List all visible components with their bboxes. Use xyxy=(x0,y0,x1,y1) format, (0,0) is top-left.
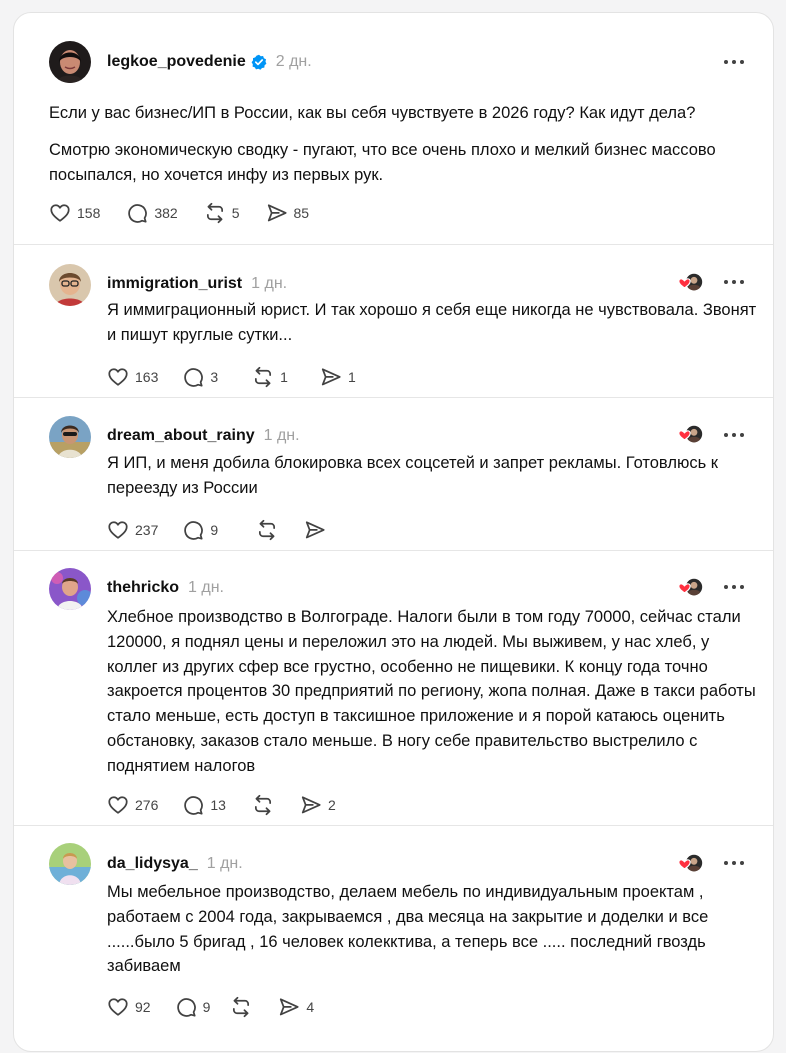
username[interactable]: immigration_urist xyxy=(107,274,242,294)
like-button[interactable]: 158 xyxy=(49,202,100,224)
like-button[interactable]: 276 xyxy=(107,794,158,816)
comment-icon xyxy=(182,366,204,388)
post-actions: 237 9 xyxy=(107,518,352,542)
post-paragraph: Смотрю экономическую сводку - пугают, чт… xyxy=(49,140,716,184)
post-text: Я ИП, и меня добила блокировка всех соцс… xyxy=(107,454,718,497)
post-actions: 158 382 5 85 xyxy=(49,201,329,225)
avatar[interactable] xyxy=(49,843,91,885)
post-time: 1 дн. xyxy=(206,855,243,872)
repost-button[interactable]: 5 xyxy=(204,202,240,224)
username[interactable]: legkoe_povedenie xyxy=(107,52,246,72)
heart-icon xyxy=(107,366,129,388)
avatar[interactable] xyxy=(49,416,91,458)
reply-count: 13 xyxy=(210,797,226,813)
post-text: Я иммиграционный юрист. И так хорошо я с… xyxy=(107,301,757,344)
post-text: Если у вас бизнес/ИП в России, как вы се… xyxy=(49,101,749,187)
reply-button[interactable]: 382 xyxy=(126,202,178,224)
reply-count: 3 xyxy=(210,369,219,385)
verified-badge-icon xyxy=(251,54,267,70)
comment-icon xyxy=(182,794,204,816)
like-button[interactable]: 237 xyxy=(107,519,158,541)
liked-by-author-icon xyxy=(678,853,704,873)
share-icon xyxy=(266,202,288,224)
heart-icon xyxy=(107,996,129,1018)
comment-icon xyxy=(175,996,197,1018)
share-count: 2 xyxy=(327,797,336,813)
like-count: 92 xyxy=(135,999,151,1015)
post-paragraph: Если у вас бизнес/ИП в России, как вы се… xyxy=(49,104,696,122)
share-count: 85 xyxy=(293,205,310,221)
share-button[interactable]: 2 xyxy=(300,794,336,816)
heart-icon xyxy=(107,794,129,816)
avatar[interactable] xyxy=(49,264,91,306)
more-options-icon[interactable] xyxy=(723,430,745,440)
avatar[interactable] xyxy=(49,568,91,610)
post-time: 1 дн. xyxy=(251,275,288,292)
username[interactable]: dream_about_rainy xyxy=(107,426,255,446)
post-actions: 163 3 1 1 xyxy=(107,365,376,389)
thread-card: legkoe_povedenie 2 дн. Если у вас бизнес… xyxy=(13,12,774,1052)
reply-button[interactable]: 9 xyxy=(182,519,218,541)
post-time: 1 дн. xyxy=(263,427,300,444)
more-options-icon[interactable] xyxy=(723,858,745,868)
share-count: 1 xyxy=(347,369,356,385)
heart-icon xyxy=(107,519,129,541)
share-button[interactable]: 85 xyxy=(266,202,310,224)
like-count: 163 xyxy=(135,369,159,385)
like-count: 237 xyxy=(135,522,159,538)
avatar[interactable] xyxy=(49,41,91,83)
share-button[interactable]: 4 xyxy=(278,996,314,1018)
share-icon xyxy=(304,519,326,541)
post-text: Хлебное производство в Волгограде. Налог… xyxy=(107,608,756,775)
share-icon xyxy=(300,794,322,816)
share-icon xyxy=(320,366,342,388)
reply-button[interactable]: 3 xyxy=(182,366,218,388)
post-actions: 276 13 2 xyxy=(107,793,356,817)
like-button[interactable]: 92 xyxy=(107,996,151,1018)
repost-icon xyxy=(256,519,278,541)
post-time: 2 дн. xyxy=(275,53,312,70)
repost-button[interactable] xyxy=(252,794,280,816)
share-count: 4 xyxy=(306,999,315,1015)
more-options-icon[interactable] xyxy=(723,277,745,287)
username[interactable]: thehricko xyxy=(107,578,179,598)
liked-by-author-icon xyxy=(678,272,704,292)
post-text: Мы мебельное производство, делаем мебель… xyxy=(107,883,709,976)
reply-post: immigration_urist 1 дн. Я иммиграционный… xyxy=(14,244,773,398)
reply-post: thehricko 1 дн. Хлебное производство в В… xyxy=(14,550,773,826)
share-button[interactable] xyxy=(304,519,332,541)
reply-post: da_lidysya_ 1 дн. Мы мебельное производс… xyxy=(14,825,773,1053)
repost-count: 5 xyxy=(231,205,240,221)
liked-by-author-icon xyxy=(678,424,704,444)
repost-icon xyxy=(252,366,274,388)
comment-icon xyxy=(126,202,148,224)
reply-button[interactable]: 13 xyxy=(182,794,226,816)
reply-count: 382 xyxy=(154,205,178,221)
reply-button[interactable]: 9 xyxy=(175,996,211,1018)
like-button[interactable]: 163 xyxy=(107,366,158,388)
main-post: legkoe_povedenie 2 дн. Если у вас бизнес… xyxy=(14,13,773,245)
liked-by-author-icon xyxy=(678,577,704,597)
reply-count: 9 xyxy=(210,522,219,538)
reply-count: 9 xyxy=(202,999,211,1015)
repost-button[interactable] xyxy=(256,519,284,541)
heart-icon xyxy=(49,202,71,224)
like-count: 276 xyxy=(135,797,159,813)
repost-icon xyxy=(230,996,252,1018)
post-actions: 92 9 4 xyxy=(107,995,334,1019)
share-button[interactable]: 1 xyxy=(320,366,356,388)
repost-icon xyxy=(204,202,226,224)
reply-post: dream_about_rainy 1 дн. Я ИП, и меня доб… xyxy=(14,397,773,551)
more-options-icon[interactable] xyxy=(723,582,745,592)
comment-icon xyxy=(182,519,204,541)
repost-button[interactable]: 1 xyxy=(252,366,288,388)
more-options-icon[interactable] xyxy=(723,57,745,67)
post-time: 1 дн. xyxy=(188,579,224,596)
username[interactable]: da_lidysya_ xyxy=(107,854,198,874)
like-count: 158 xyxy=(77,205,101,221)
share-icon xyxy=(278,996,300,1018)
repost-button[interactable] xyxy=(230,996,258,1018)
repost-icon xyxy=(252,794,274,816)
repost-count: 1 xyxy=(280,369,288,385)
